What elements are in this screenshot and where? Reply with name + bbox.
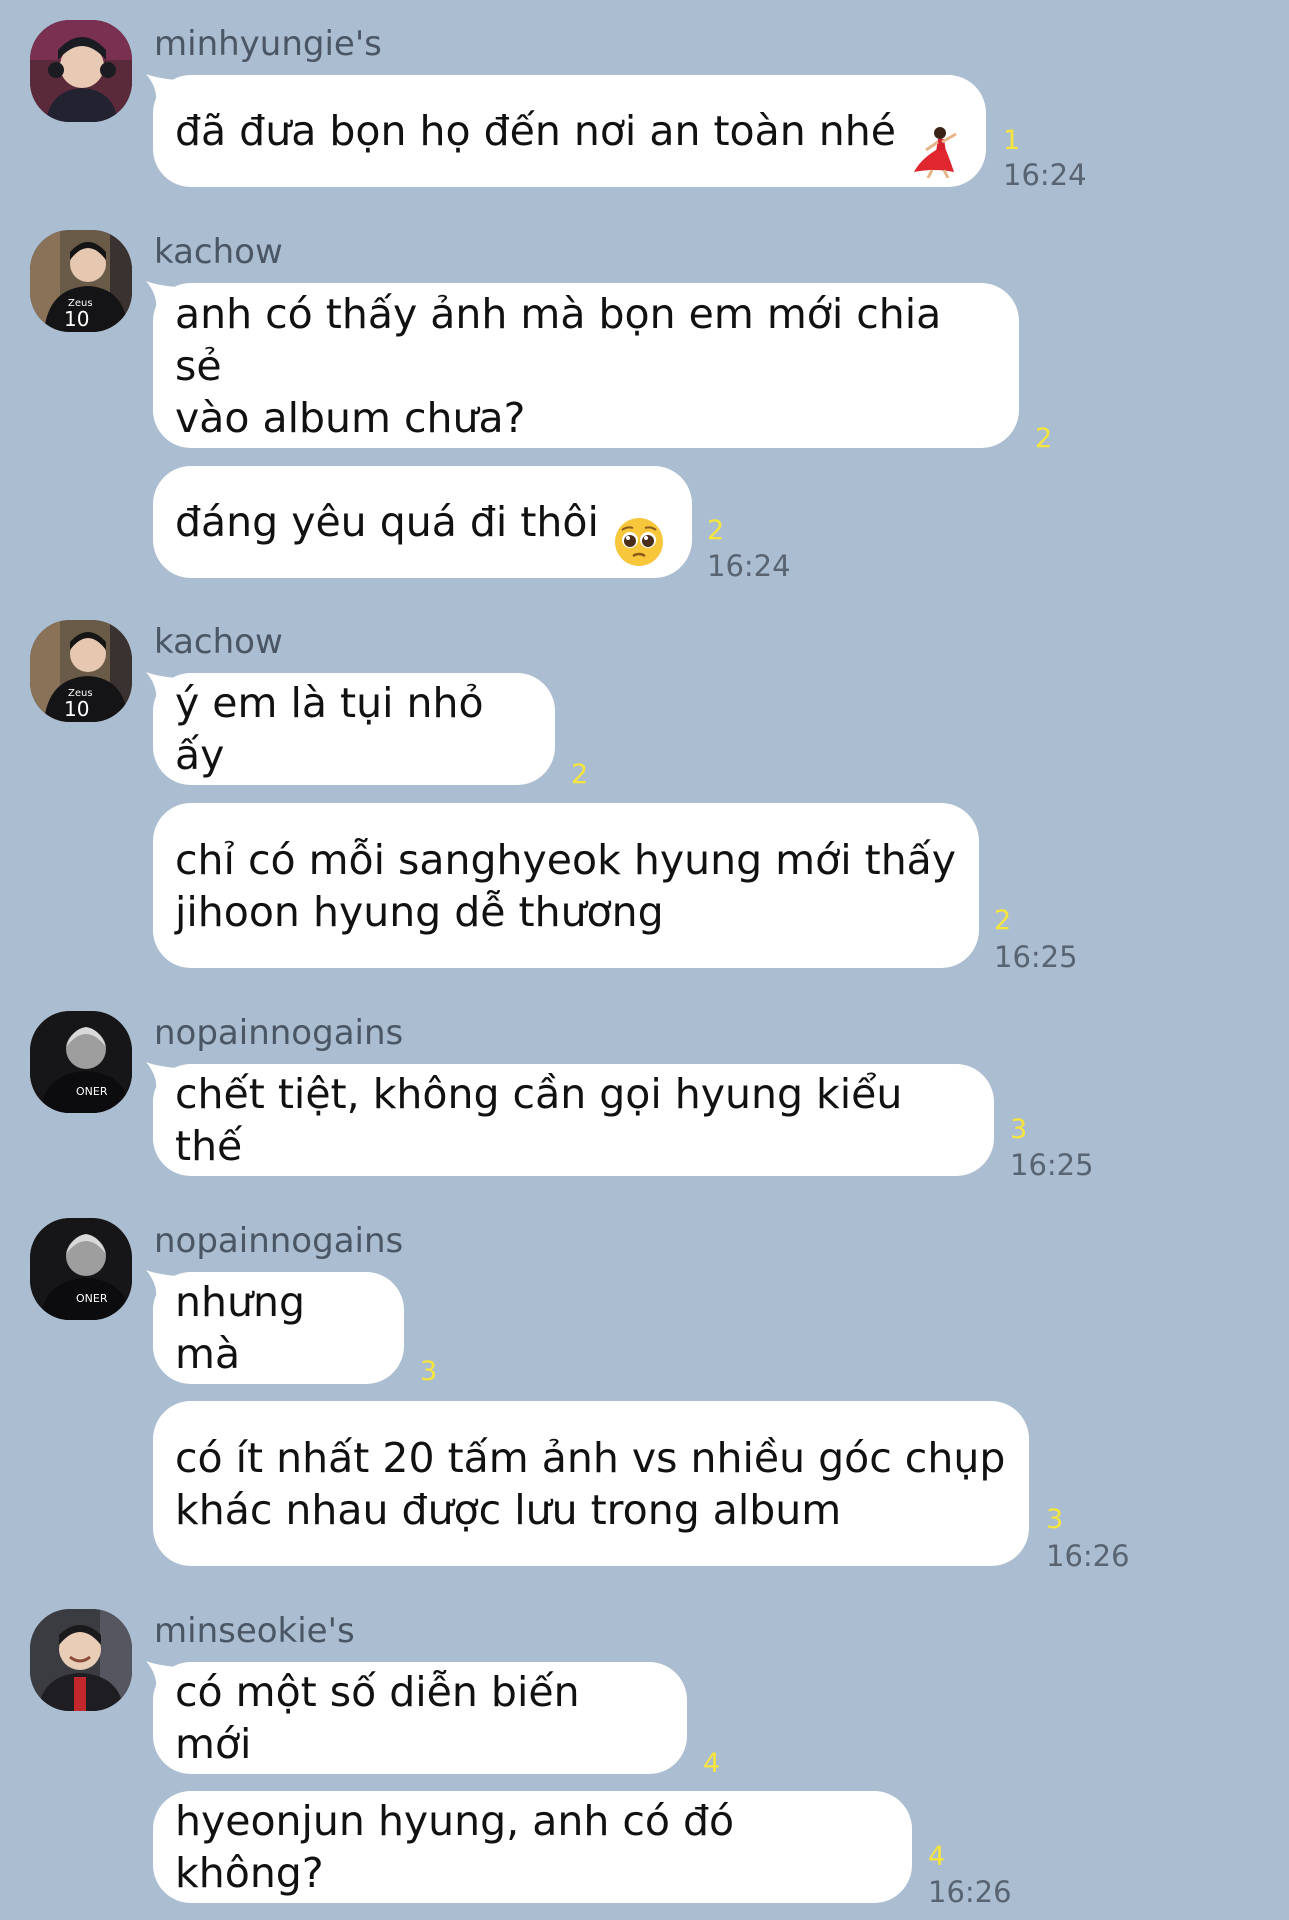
message-bubble[interactable]: đã đưa bọn họ đến nơi an toàn nhé	[153, 75, 986, 187]
message-bubble[interactable]: hyeonjun hyung, anh có đó không?	[153, 1791, 912, 1903]
message-time: 16:24	[707, 549, 791, 583]
unread-count: 2	[707, 515, 725, 546]
message-bubble[interactable]: anh có thấy ảnh mà bọn em mới chia sẻ và…	[153, 283, 1019, 448]
avatar[interactable]	[30, 20, 132, 122]
avatar-photo: ONER	[30, 1011, 132, 1113]
unread-count: 2	[994, 905, 1012, 936]
avatar[interactable]: ONER	[30, 1218, 132, 1320]
sender-name: nopainnogains	[154, 1221, 404, 1261]
message-bubble[interactable]: nhưng mà	[153, 1272, 404, 1384]
sender-name: minhyungie's	[154, 24, 382, 64]
message-bubble[interactable]: chỉ có mỗi sanghyeok hyung mới thấy jiho…	[153, 803, 979, 968]
message-text: có một số diễn biến mới	[175, 1668, 580, 1768]
message-bubble[interactable]: ý em là tụi nhỏ ấy	[153, 673, 555, 785]
unread-count: 3	[420, 1356, 438, 1387]
sender-name: nopainnogains	[154, 1013, 404, 1053]
message-text: hyeonjun hyung, anh có đó không?	[175, 1797, 735, 1897]
message-text: ý em là tụi nhỏ ấy	[175, 679, 484, 779]
avatar[interactable]: Zeus 10	[30, 620, 132, 722]
message-time: 16:26	[1046, 1539, 1130, 1573]
message-text: đáng yêu quá đi thôi	[175, 498, 599, 546]
pleading-face-emoji	[613, 464, 665, 580]
avatar[interactable]	[30, 1609, 132, 1711]
avatar-photo: Zeus 10	[30, 230, 132, 332]
message-text: chỉ có mỗi sanghyeok hyung mới thấy jiho…	[175, 835, 957, 936]
message-text: anh có thấy ảnh mà bọn em mới chia sẻ và…	[175, 289, 942, 442]
unread-count: 3	[1010, 1114, 1028, 1145]
jersey-number: 10	[64, 307, 89, 331]
jersey-name: ONER	[76, 1292, 108, 1305]
jersey-number: 10	[64, 697, 89, 721]
unread-count: 4	[703, 1748, 721, 1779]
message-bubble[interactable]: có một số diễn biến mới	[153, 1662, 687, 1774]
jersey-name: ONER	[76, 1085, 108, 1098]
sender-name: kachow	[154, 232, 283, 272]
message-time: 16:25	[1010, 1148, 1094, 1182]
message-text: nhưng mà	[175, 1278, 305, 1378]
message-time: 16:26	[928, 1875, 1012, 1909]
avatar[interactable]: Zeus 10	[30, 230, 132, 332]
avatar-photo: Zeus 10	[30, 620, 132, 722]
unread-count: 2	[1035, 423, 1053, 454]
message-time: 16:24	[1003, 158, 1087, 192]
message-bubble[interactable]: có ít nhất 20 tấm ảnh vs nhiều góc chụp …	[153, 1401, 1029, 1566]
message-text: chết tiệt, không cần gọi hyung kiểu thế	[175, 1070, 903, 1170]
sender-name: kachow	[154, 622, 283, 662]
avatar-photo	[30, 1609, 132, 1711]
message-text: có ít nhất 20 tấm ảnh vs nhiều góc chụp …	[175, 1433, 1006, 1534]
dancer-emoji	[910, 72, 964, 190]
avatar[interactable]: ONER	[30, 1011, 132, 1113]
avatar-photo: ONER	[30, 1218, 132, 1320]
unread-count: 4	[928, 1841, 946, 1872]
message-text: đã đưa bọn họ đến nơi an toàn nhé	[175, 107, 896, 155]
unread-count: 3	[1046, 1504, 1064, 1535]
unread-count: 1	[1003, 125, 1021, 156]
avatar-photo	[30, 20, 132, 122]
message-bubble[interactable]: đáng yêu quá đi thôi	[153, 466, 692, 578]
unread-count: 2	[571, 759, 589, 790]
message-time: 16:25	[994, 940, 1078, 974]
message-bubble[interactable]: chết tiệt, không cần gọi hyung kiểu thế	[153, 1064, 994, 1176]
sender-name: minseokie's	[154, 1611, 355, 1651]
